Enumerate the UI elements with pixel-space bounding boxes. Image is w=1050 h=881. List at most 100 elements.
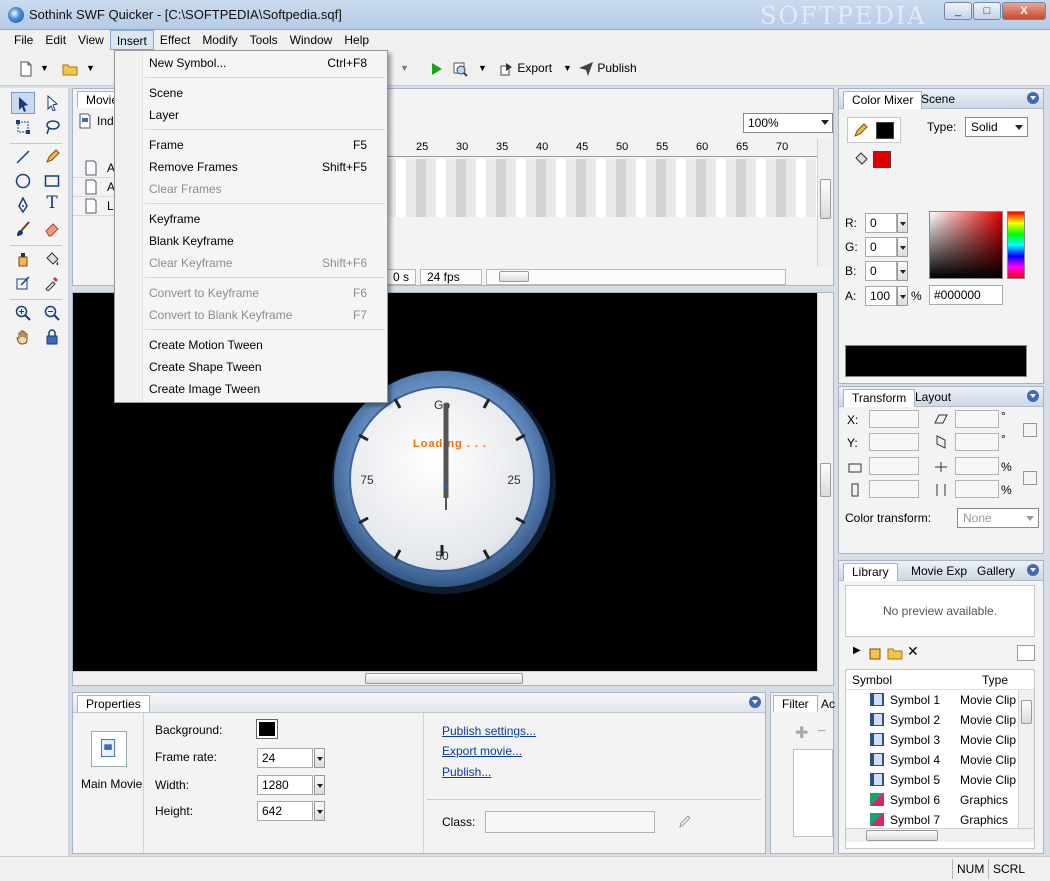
collapse-icon[interactable] xyxy=(1027,390,1039,402)
menu-file[interactable]: File xyxy=(8,30,39,50)
width-dropdown[interactable] xyxy=(314,775,325,795)
library-row[interactable]: Symbol 2 Movie Clip xyxy=(846,710,1018,730)
menu-window[interactable]: Window xyxy=(284,30,339,50)
menu-view[interactable]: View xyxy=(72,30,110,50)
menu-item-create-motion-tween[interactable]: Create Motion Tween xyxy=(117,334,385,356)
col-symbol[interactable]: Symbol xyxy=(852,673,892,687)
select-tool-icon[interactable] xyxy=(11,92,35,114)
library-row[interactable]: Symbol 6 Graphics xyxy=(846,790,1018,810)
pen-tool-icon[interactable] xyxy=(11,194,35,216)
preview-dropdown-icon[interactable]: ▼ xyxy=(478,58,487,78)
fill-transform-tool-icon[interactable] xyxy=(11,272,35,294)
menu-help[interactable]: Help xyxy=(338,30,375,50)
b-dropdown[interactable] xyxy=(897,261,908,281)
timeline-hscroll[interactable] xyxy=(486,269,786,285)
scale-x-input[interactable] xyxy=(955,457,999,475)
g-dropdown[interactable] xyxy=(897,237,908,257)
tab-color-mixer[interactable]: Color Mixer xyxy=(843,91,923,109)
y-input[interactable] xyxy=(869,433,919,451)
eyedropper-tool-icon[interactable] xyxy=(40,272,64,294)
delete-icon[interactable]: ✕ xyxy=(907,643,919,660)
subselect-tool-icon[interactable] xyxy=(40,92,64,114)
menu-item-create-shape-tween[interactable]: Create Shape Tween xyxy=(117,356,385,378)
alpha-input[interactable]: 100 xyxy=(865,286,897,306)
menu-modify[interactable]: Modify xyxy=(196,30,243,50)
lock-ratio-icon[interactable] xyxy=(1023,471,1037,485)
color-transform-select[interactable]: None xyxy=(957,508,1039,528)
play-preview-icon[interactable]: ▶ xyxy=(853,645,861,656)
tab-library[interactable]: Library xyxy=(843,563,898,581)
text-tool-icon[interactable]: T xyxy=(40,192,64,214)
tab-actions[interactable]: Ac xyxy=(821,697,835,711)
menu-item-keyframe[interactable]: Keyframe xyxy=(117,208,385,230)
menu-item-remove-frames[interactable]: Remove Frames Shift+F5 xyxy=(117,156,385,178)
publish-settings-link[interactable]: Publish settings... xyxy=(442,724,536,738)
height-input[interactable]: 642 xyxy=(257,801,313,821)
menu-item-create-image-tween[interactable]: Create Image Tween xyxy=(117,378,385,400)
ink-bottle-tool-icon[interactable] xyxy=(11,248,35,270)
preview-icon[interactable] xyxy=(452,58,468,78)
col-type[interactable]: Type xyxy=(982,673,1008,687)
width-input[interactable]: 1280 xyxy=(257,775,313,795)
menu-item-layer[interactable]: Layer xyxy=(117,104,385,126)
menu-item-blank-keyframe[interactable]: Blank Keyframe xyxy=(117,230,385,252)
lock-tool-icon[interactable] xyxy=(40,326,64,348)
rectangle-tool-icon[interactable] xyxy=(40,170,64,192)
timeline-vscroll[interactable] xyxy=(817,139,833,267)
b-input[interactable]: 0 xyxy=(865,261,897,281)
skew-v-input[interactable] xyxy=(955,433,999,451)
open-dropdown-icon[interactable]: ▼ xyxy=(86,58,95,78)
library-hscroll[interactable] xyxy=(846,828,1034,842)
library-row[interactable]: Symbol 1 Movie Clip xyxy=(846,690,1018,710)
tab-layout[interactable]: Layout xyxy=(907,389,959,407)
library-row[interactable]: Symbol 5 Movie Clip xyxy=(846,770,1018,790)
play-icon[interactable] xyxy=(428,58,444,78)
add-filter-icon[interactable]: ✚ xyxy=(795,723,808,743)
menu-item-frame[interactable]: Frame F5 xyxy=(117,134,385,156)
publish-link[interactable]: Publish... xyxy=(442,765,491,779)
remove-filter-icon[interactable]: − xyxy=(817,723,826,741)
lasso-tool-icon[interactable] xyxy=(40,116,64,138)
brush-tool-icon[interactable] xyxy=(11,218,35,240)
close-button[interactable]: X xyxy=(1002,2,1046,20)
tab-properties[interactable]: Properties xyxy=(77,695,150,712)
menu-tools[interactable]: Tools xyxy=(244,30,284,50)
new-file-icon[interactable] xyxy=(18,58,34,78)
hand-tool-icon[interactable] xyxy=(11,326,35,348)
library-row[interactable]: Symbol 3 Movie Clip xyxy=(846,730,1018,750)
color-field[interactable] xyxy=(929,211,1003,279)
tab-scene[interactable]: Scene xyxy=(913,91,963,109)
tab-movie-explorer[interactable]: Movie Exp xyxy=(903,563,975,581)
new-dropdown-icon[interactable]: ▼ xyxy=(40,58,49,78)
line-tool-icon[interactable] xyxy=(11,146,35,168)
tab-filter[interactable]: Filter xyxy=(773,695,818,712)
paint-bucket-tool-icon[interactable] xyxy=(40,248,64,270)
library-row[interactable]: Symbol 4 Movie Clip xyxy=(846,750,1018,770)
tab-transform[interactable]: Transform xyxy=(843,389,916,407)
oval-tool-icon[interactable] xyxy=(11,170,35,192)
menu-item-new-symbol[interactable]: New Symbol... Ctrl+F8 xyxy=(117,52,385,74)
menu-insert[interactable]: Insert xyxy=(109,30,154,50)
library-vscroll[interactable] xyxy=(1018,690,1034,828)
stage-vscroll[interactable] xyxy=(817,293,833,671)
fill-type-select[interactable]: Solid xyxy=(965,117,1028,137)
maximize-button[interactable]: □ xyxy=(973,2,1001,20)
collapse-icon[interactable] xyxy=(749,696,761,708)
open-folder-icon[interactable] xyxy=(62,58,78,78)
background-swatch[interactable] xyxy=(256,719,278,739)
frame-rate-dropdown[interactable] xyxy=(314,748,325,768)
zoom-select[interactable]: 100% xyxy=(743,113,833,133)
skew-h-input[interactable] xyxy=(955,410,999,428)
height-dropdown[interactable] xyxy=(314,801,325,821)
menu-effect[interactable]: Effect xyxy=(154,30,196,50)
stroke-color-control[interactable] xyxy=(847,117,901,143)
x-input[interactable] xyxy=(869,410,919,428)
publish-button[interactable]: Publish xyxy=(578,58,637,78)
minimize-button[interactable]: _ xyxy=(944,2,972,20)
library-options-icon[interactable] xyxy=(1017,645,1035,661)
collapse-icon[interactable] xyxy=(1027,92,1039,104)
filter-list[interactable] xyxy=(793,749,833,837)
menu-item-scene[interactable]: Scene xyxy=(117,82,385,104)
library-row[interactable]: Symbol 7 Graphics xyxy=(846,810,1018,830)
export-button[interactable]: Export xyxy=(498,58,552,78)
